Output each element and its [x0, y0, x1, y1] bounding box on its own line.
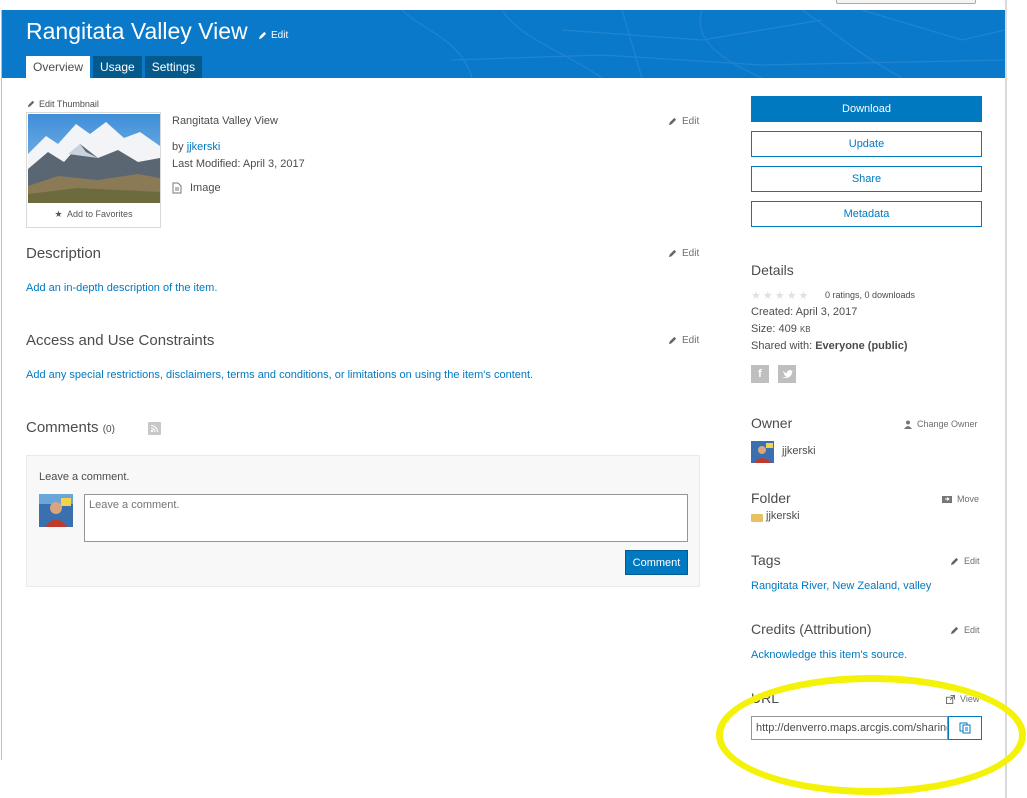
document-icon: [172, 182, 182, 194]
by-prefix: by: [172, 141, 184, 153]
edit-thumbnail-link[interactable]: Edit Thumbnail: [27, 99, 99, 109]
leave-comment-label: Leave a comment.: [39, 471, 130, 483]
edit-thumbnail-label: Edit Thumbnail: [39, 99, 99, 109]
item-tabs: Overview Usage Settings: [26, 56, 203, 78]
comment-button[interactable]: Comment: [625, 550, 688, 575]
item-summary-edit-link[interactable]: Edit: [668, 116, 699, 127]
access-edit-link[interactable]: Edit: [668, 335, 699, 346]
move-icon: [942, 496, 952, 503]
avatar: [751, 441, 774, 463]
pencil-icon: [27, 100, 35, 108]
rating-stars[interactable]: ★★★★★: [751, 289, 810, 302]
shared-with-label: Shared with:: [751, 340, 813, 352]
tags-list[interactable]: Rangitata River, New Zealand, valley: [751, 580, 931, 592]
thumbnail-image: [28, 114, 160, 203]
credits-edit-label: Edit: [964, 625, 980, 635]
add-description-link[interactable]: Add an in-depth description of the item.: [26, 282, 217, 294]
description-edit-link[interactable]: Edit: [668, 248, 699, 259]
description-heading: Description: [26, 245, 102, 262]
item-summary-title: Rangitata Valley View: [172, 115, 278, 127]
move-folder-link[interactable]: Move: [942, 494, 979, 504]
comments-heading: Comments (0): [26, 419, 115, 436]
top-search-field[interactable]: [836, 0, 976, 4]
description-edit-label: Edit: [682, 248, 700, 259]
move-label: Move: [957, 494, 980, 504]
comment-panel: Leave a comment. Comment: [26, 455, 700, 587]
folder-icon: [751, 514, 763, 522]
add-to-favorites-label: Add to Favorites: [67, 209, 133, 219]
owner-name[interactable]: jjkerski: [782, 445, 816, 457]
last-modified: Last Modified: April 3, 2017: [172, 158, 305, 170]
pencil-icon: [258, 31, 267, 40]
created-date: Created: April 3, 2017: [751, 306, 858, 318]
pencil-icon: [668, 336, 677, 345]
external-link-icon: [946, 694, 955, 704]
shared-with: Shared with: Everyone (public): [751, 340, 908, 352]
size-value: Size: 409: [751, 323, 797, 335]
pencil-icon: [950, 557, 959, 565]
change-owner-link[interactable]: Change Owner: [904, 419, 978, 429]
share-button[interactable]: Share: [751, 166, 982, 192]
url-field[interactable]: http://denverro.maps.arcgis.com/sharing/…: [751, 716, 948, 740]
access-constraints-heading: Access and Use Constraints: [26, 332, 215, 349]
comments-heading-label: Comments: [26, 419, 99, 436]
tab-settings[interactable]: Settings: [144, 56, 203, 78]
acknowledge-source-link[interactable]: Acknowledge this item's source.: [751, 649, 907, 661]
access-edit-label: Edit: [682, 335, 700, 346]
update-button[interactable]: Update: [751, 131, 982, 157]
folder-name: jjkerski: [766, 510, 800, 522]
item-owner-line: by jjkerski: [172, 141, 220, 153]
item-size: Size: 409 KB: [751, 323, 811, 335]
top-strip: [0, 0, 1005, 10]
twitter-icon[interactable]: [778, 365, 796, 383]
credits-heading: Credits (Attribution): [751, 621, 872, 637]
item-type: Image: [172, 182, 221, 194]
credits-edit-link[interactable]: Edit: [950, 625, 980, 635]
star-icon: ★: [54, 209, 63, 219]
add-to-favorites-link[interactable]: ★ Add to Favorites: [27, 209, 160, 220]
shared-with-value: Everyone (public): [815, 340, 908, 352]
ratings-count: 0 ratings, 0 downloads: [825, 290, 916, 300]
metadata-button[interactable]: Metadata: [751, 201, 982, 227]
copy-url-button[interactable]: [948, 716, 982, 740]
url-view-label: View: [960, 694, 980, 704]
copy-icon: [959, 722, 971, 734]
item-type-label: Image: [190, 182, 221, 194]
item-summary-edit-label: Edit: [682, 116, 700, 127]
tab-usage[interactable]: Usage: [93, 56, 142, 78]
item-owner-link[interactable]: jjkerski: [187, 141, 221, 153]
tags-edit-link[interactable]: Edit: [950, 556, 980, 566]
size-unit: KB: [799, 325, 811, 334]
download-button[interactable]: Download: [751, 96, 982, 122]
pencil-icon: [668, 117, 677, 126]
facebook-icon[interactable]: f: [751, 365, 769, 383]
comments-count: (0): [102, 424, 115, 435]
person-icon: [904, 420, 912, 429]
folder-heading: Folder: [751, 490, 791, 506]
tags-edit-label: Edit: [964, 556, 980, 566]
tab-overview[interactable]: Overview: [26, 56, 91, 78]
title-edit-link[interactable]: Edit: [258, 30, 288, 41]
owner-heading: Owner: [751, 415, 793, 431]
title-edit-label: Edit: [271, 30, 289, 41]
thumbnail-card: ★ Add to Favorites: [26, 112, 161, 228]
item-header: Rangitata Valley View Edit Overview Usag…: [2, 10, 1005, 78]
details-heading: Details: [751, 262, 794, 278]
avatar: [39, 494, 73, 527]
change-owner-label: Change Owner: [917, 419, 978, 429]
pencil-icon: [668, 249, 677, 258]
tags-heading: Tags: [751, 552, 781, 568]
window-left-border: [1, 0, 2, 760]
comment-input[interactable]: [84, 494, 688, 542]
url-view-link[interactable]: View: [946, 694, 979, 704]
window-right-border: [1005, 0, 1007, 798]
url-heading: URL: [751, 690, 780, 706]
rss-icon[interactable]: [148, 422, 161, 435]
item-title-heading: Rangitata Valley View: [26, 18, 248, 44]
add-constraints-link[interactable]: Add any special restrictions, disclaimer…: [26, 369, 533, 381]
pencil-icon: [950, 626, 959, 634]
